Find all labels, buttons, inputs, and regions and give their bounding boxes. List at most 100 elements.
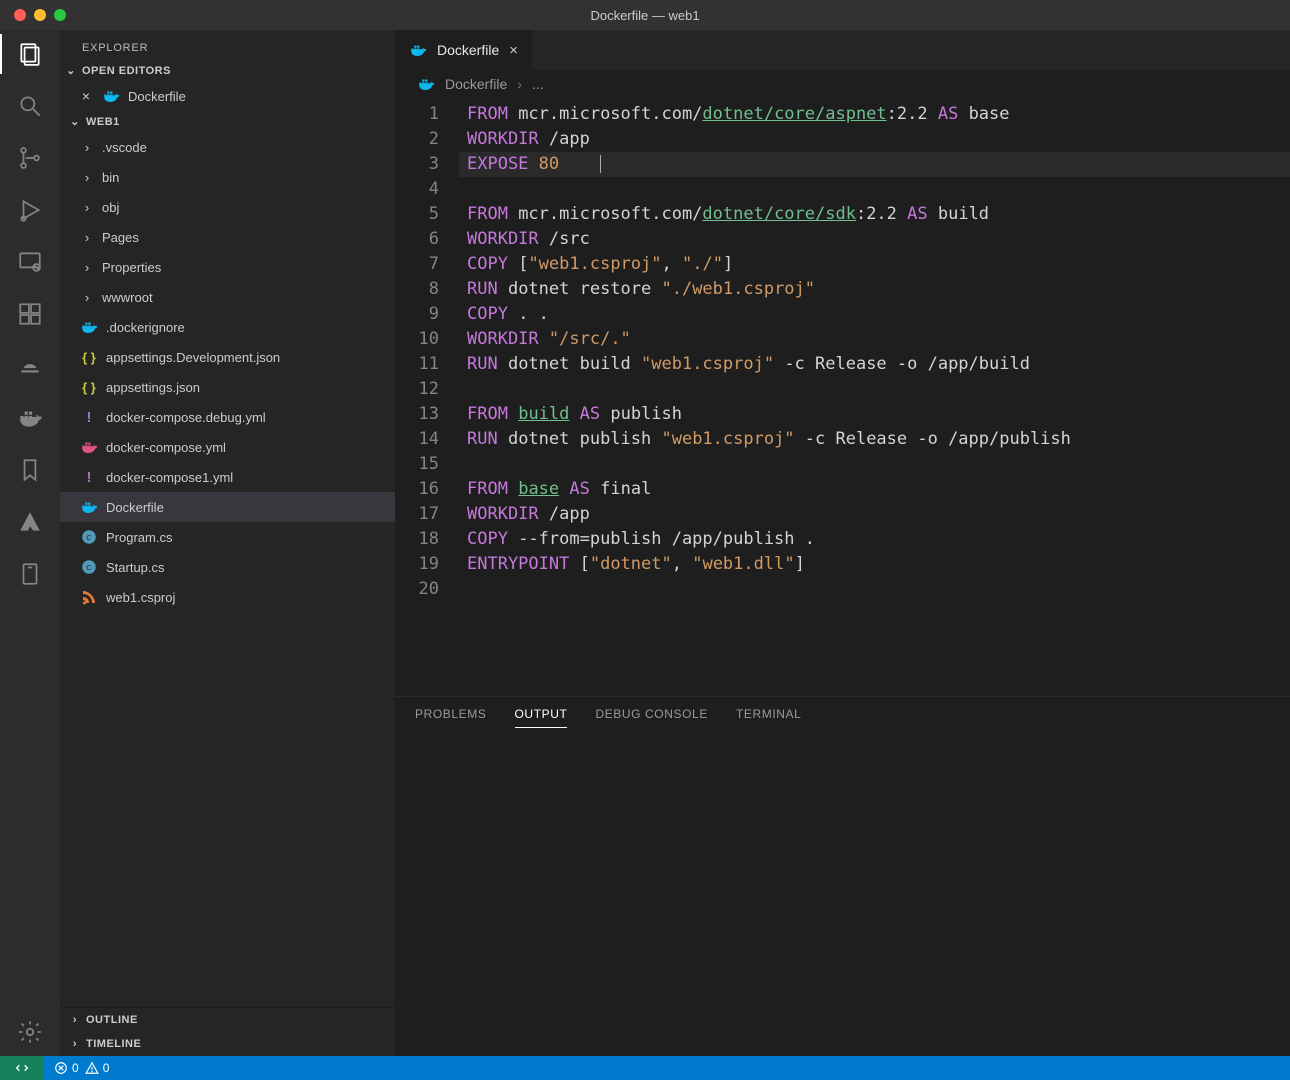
folder-item[interactable]: ›bin [60, 162, 395, 192]
code-line[interactable] [459, 377, 1290, 402]
folder-item[interactable]: ›wwwroot [60, 282, 395, 312]
file-item[interactable]: { } appsettings.json [60, 372, 395, 402]
file-label: docker-compose.yml [106, 440, 226, 455]
folder-item[interactable]: › Pages [60, 222, 395, 252]
open-editors-header[interactable]: ⌄ OPEN EDITORS [60, 60, 395, 81]
extensions-icon[interactable] [16, 300, 44, 328]
search-icon[interactable] [16, 92, 44, 120]
code-line[interactable]: ENTRYPOINT ["dotnet", "web1.dll"] [459, 552, 1290, 577]
text-cursor [559, 154, 601, 174]
error-count: 0 [72, 1061, 79, 1075]
docker-file-icon [80, 318, 98, 336]
settings-gear-icon[interactable] [16, 1018, 44, 1046]
chevron-right-icon: › [80, 200, 94, 215]
code-line[interactable]: RUN dotnet restore "./web1.csproj" [459, 277, 1290, 302]
window-controls [14, 9, 66, 21]
close-icon[interactable]: × [509, 42, 518, 59]
outline-header[interactable]: › OUTLINE [60, 1008, 395, 1032]
code-line[interactable]: WORKDIR /src [459, 227, 1290, 252]
panel-tab-bar: PROBLEMS OUTPUT DEBUG CONSOLE TERMINAL [395, 697, 1290, 736]
timeline-header[interactable]: › TIMELINE [60, 1032, 395, 1056]
code-line[interactable]: EXPOSE 80 [459, 152, 1290, 177]
close-icon[interactable]: × [78, 88, 94, 104]
file-label: docker-compose.debug.yml [106, 410, 266, 425]
code-line[interactable] [459, 452, 1290, 477]
device-icon[interactable] [16, 560, 44, 588]
run-debug-icon[interactable] [16, 196, 44, 224]
purple-file-icon: ! [80, 408, 98, 426]
chevron-down-icon: ⌄ [68, 115, 82, 128]
file-item[interactable]: web1.csproj [60, 582, 395, 612]
folder-item[interactable]: ›Properties [60, 252, 395, 282]
folder-label: .vscode [102, 140, 147, 155]
file-item[interactable]: Dockerfile [60, 492, 395, 522]
code-line[interactable]: WORKDIR /app [459, 127, 1290, 152]
code-line[interactable]: FROM build AS publish [459, 402, 1290, 427]
code-line[interactable]: FROM mcr.microsoft.com/dotnet/core/aspne… [459, 102, 1290, 127]
code-line[interactable] [459, 177, 1290, 202]
file-label: Dockerfile [106, 500, 164, 515]
folder-item[interactable]: ›.vscode [60, 132, 395, 162]
status-errors[interactable]: 0 [54, 1061, 79, 1075]
bookmark-icon[interactable] [16, 456, 44, 484]
docker-file-icon [417, 75, 435, 93]
file-item[interactable]: !docker-compose1.yml [60, 462, 395, 492]
chevron-right-icon: › [80, 290, 94, 305]
json-file-icon: { } [80, 378, 98, 396]
code-line[interactable] [459, 577, 1290, 602]
project-header[interactable]: ⌄ WEB1 [60, 111, 395, 132]
file-label: appsettings.Development.json [106, 350, 280, 365]
file-label: appsettings.json [106, 380, 200, 395]
chevron-right-icon: › [517, 76, 522, 92]
folder-label: Pages [102, 230, 139, 245]
code-editor[interactable]: 1234567891011121314151617181920 FROM mcr… [395, 98, 1290, 696]
panel-tab-problems[interactable]: PROBLEMS [415, 707, 487, 728]
minimize-window-button[interactable] [34, 9, 46, 21]
chevron-down-icon: ⌄ [64, 64, 78, 77]
folder-item[interactable]: ›obj [60, 192, 395, 222]
file-item[interactable]: docker-compose.yml [60, 432, 395, 462]
panel-tab-output[interactable]: OUTPUT [515, 707, 568, 728]
file-item[interactable]: .dockerignore [60, 312, 395, 342]
chevron-right-icon: › [80, 230, 94, 245]
code-line[interactable]: WORKDIR /app [459, 502, 1290, 527]
code-line[interactable]: COPY --from=publish /app/publish . [459, 527, 1290, 552]
file-item[interactable]: CProgram.cs [60, 522, 395, 552]
hat-icon[interactable] [16, 352, 44, 380]
docker-file-icon [409, 41, 427, 59]
file-item[interactable]: { }appsettings.Development.json [60, 342, 395, 372]
bottom-panel: PROBLEMS OUTPUT DEBUG CONSOLE TERMINAL [395, 696, 1290, 1056]
explorer-icon[interactable] [16, 40, 44, 68]
code-line[interactable]: RUN dotnet build "web1.csproj" -c Releas… [459, 352, 1290, 377]
panel-tab-terminal[interactable]: TERMINAL [736, 707, 801, 728]
explorer-sidebar: EXPLORER ⌄ OPEN EDITORS × Dockerfile ⌄ W… [60, 30, 395, 1056]
file-label: web1.csproj [106, 590, 175, 605]
line-number-gutter: 1234567891011121314151617181920 [395, 98, 459, 696]
source-control-icon[interactable] [16, 144, 44, 172]
code-line[interactable]: WORKDIR "/src/." [459, 327, 1290, 352]
azure-icon[interactable] [16, 508, 44, 536]
docker-icon[interactable] [16, 404, 44, 432]
panel-tab-debug-console[interactable]: DEBUG CONSOLE [595, 707, 708, 728]
code-line[interactable]: COPY . . [459, 302, 1290, 327]
remote-indicator[interactable] [0, 1056, 44, 1080]
code-content[interactable]: FROM mcr.microsoft.com/dotnet/core/aspne… [459, 98, 1290, 696]
remote-explorer-icon[interactable] [16, 248, 44, 276]
maximize-window-button[interactable] [54, 9, 66, 21]
open-editor-item[interactable]: × Dockerfile [60, 81, 395, 111]
code-line[interactable]: COPY ["web1.csproj", "./"] [459, 252, 1290, 277]
rss-file-icon [80, 588, 98, 606]
file-item[interactable]: CStartup.cs [60, 552, 395, 582]
cs-file-icon: C [80, 558, 98, 576]
breadcrumb[interactable]: Dockerfile › ... [395, 70, 1290, 98]
editor-tab[interactable]: Dockerfile × [395, 30, 533, 70]
code-line[interactable]: RUN dotnet publish "web1.csproj" -c Rele… [459, 427, 1290, 452]
code-line[interactable]: FROM base AS final [459, 477, 1290, 502]
file-item[interactable]: ! docker-compose.debug.yml [60, 402, 395, 432]
close-window-button[interactable] [14, 9, 26, 21]
status-warnings[interactable]: 0 [85, 1061, 110, 1075]
code-line[interactable]: FROM mcr.microsoft.com/dotnet/core/sdk:2… [459, 202, 1290, 227]
chevron-right-icon: › [80, 170, 94, 185]
svg-text:C: C [86, 533, 92, 542]
timeline-label: TIMELINE [86, 1038, 141, 1050]
